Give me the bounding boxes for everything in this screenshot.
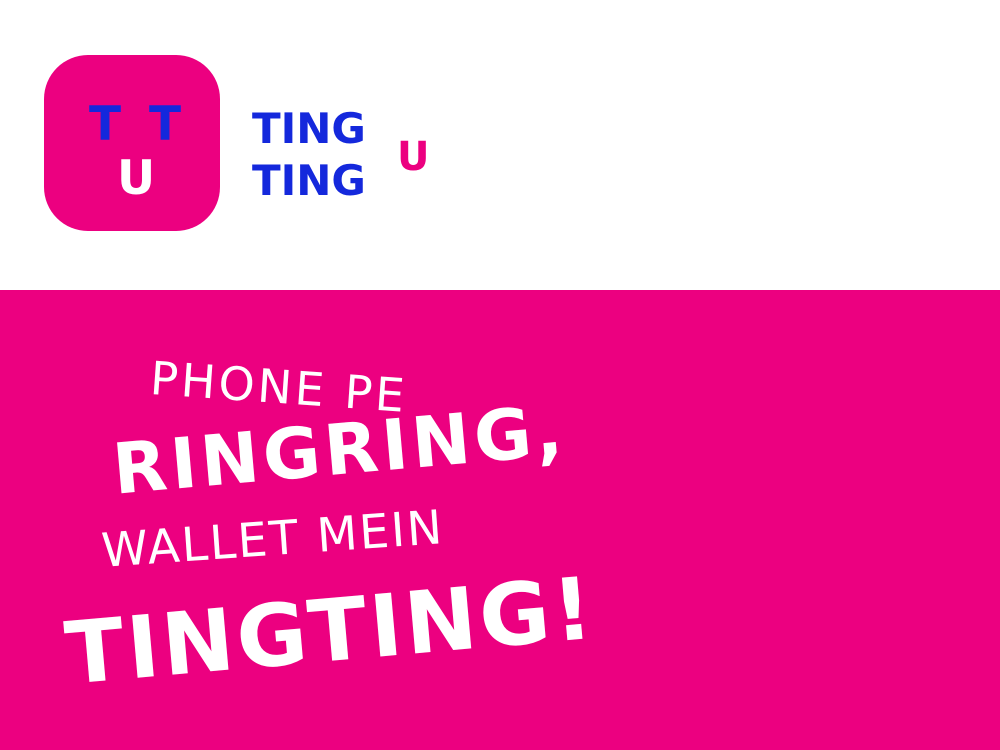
tingtingu-app-icon: T T U — [44, 55, 220, 231]
app-icon-letter-t-right: T — [149, 97, 182, 152]
wordmark-line-1: TING — [252, 104, 366, 153]
wordmark-suffix: U — [397, 134, 430, 180]
wordmark: TING TING U — [252, 105, 452, 205]
header: T T U TING TING U — [0, 0, 1000, 290]
app-icon-letter-u: U — [117, 151, 156, 206]
page: T T U TING TING U PHONE PE RINGRING, WAL… — [0, 0, 1000, 750]
wordmark-line-2: TING — [252, 156, 366, 205]
app-icon-letter-t-left: T — [89, 97, 122, 152]
